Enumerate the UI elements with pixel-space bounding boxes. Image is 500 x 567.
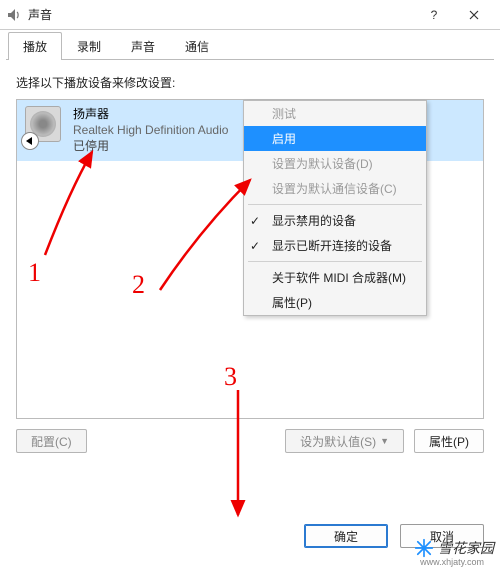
ctx-set-default-comm[interactable]: 设置为默认通信设备(C)	[244, 176, 426, 201]
device-status: 已停用	[73, 138, 228, 154]
watermark: 雪花家园 www.xhjaty.com	[414, 538, 494, 558]
annotation-1: 1	[28, 258, 41, 288]
instruction-text: 选择以下播放设备来修改设置:	[16, 74, 484, 91]
ctx-separator	[248, 261, 422, 262]
context-menu: 测试 启用 设置为默认设备(D) 设置为默认通信设备(C) ✓显示禁用的设备 ✓…	[243, 100, 427, 316]
window-close-button[interactable]	[454, 1, 494, 29]
configure-button[interactable]: 配置(C)	[16, 429, 87, 453]
ctx-show-disconnected[interactable]: ✓显示已断开连接的设备	[244, 233, 426, 258]
check-icon: ✓	[250, 214, 260, 228]
annotation-3: 3	[224, 362, 237, 392]
ctx-enable[interactable]: 启用	[244, 126, 426, 151]
disabled-overlay-icon	[21, 132, 39, 150]
window-title: 声音	[28, 6, 52, 23]
chevron-down-icon: ▼	[380, 436, 389, 446]
device-title: 扬声器	[73, 106, 228, 122]
check-icon: ✓	[250, 239, 260, 253]
tab-communications[interactable]: 通信	[170, 32, 224, 60]
ctx-properties[interactable]: 属性(P)	[244, 290, 426, 315]
speaker-app-icon	[6, 7, 22, 23]
snowflake-icon	[414, 538, 434, 558]
properties-button[interactable]: 属性(P)	[414, 429, 484, 453]
tab-playback[interactable]: 播放	[8, 32, 62, 60]
ctx-test[interactable]: 测试	[244, 101, 426, 126]
tab-recording[interactable]: 录制	[62, 32, 116, 60]
ctx-show-disabled[interactable]: ✓显示禁用的设备	[244, 208, 426, 233]
window-help-button[interactable]: ?	[414, 1, 454, 29]
device-subtitle: Realtek High Definition Audio	[73, 122, 228, 138]
tab-sounds[interactable]: 声音	[116, 32, 170, 60]
set-default-button[interactable]: 设为默认值(S)▼	[285, 429, 404, 453]
ctx-set-default[interactable]: 设置为默认设备(D)	[244, 151, 426, 176]
ctx-separator	[248, 204, 422, 205]
ok-button[interactable]: 确定	[304, 524, 388, 548]
ctx-about-midi[interactable]: 关于软件 MIDI 合成器(M)	[244, 265, 426, 290]
annotation-2: 2	[132, 270, 145, 300]
device-list[interactable]: 扬声器 Realtek High Definition Audio 已停用 测试…	[16, 99, 484, 419]
